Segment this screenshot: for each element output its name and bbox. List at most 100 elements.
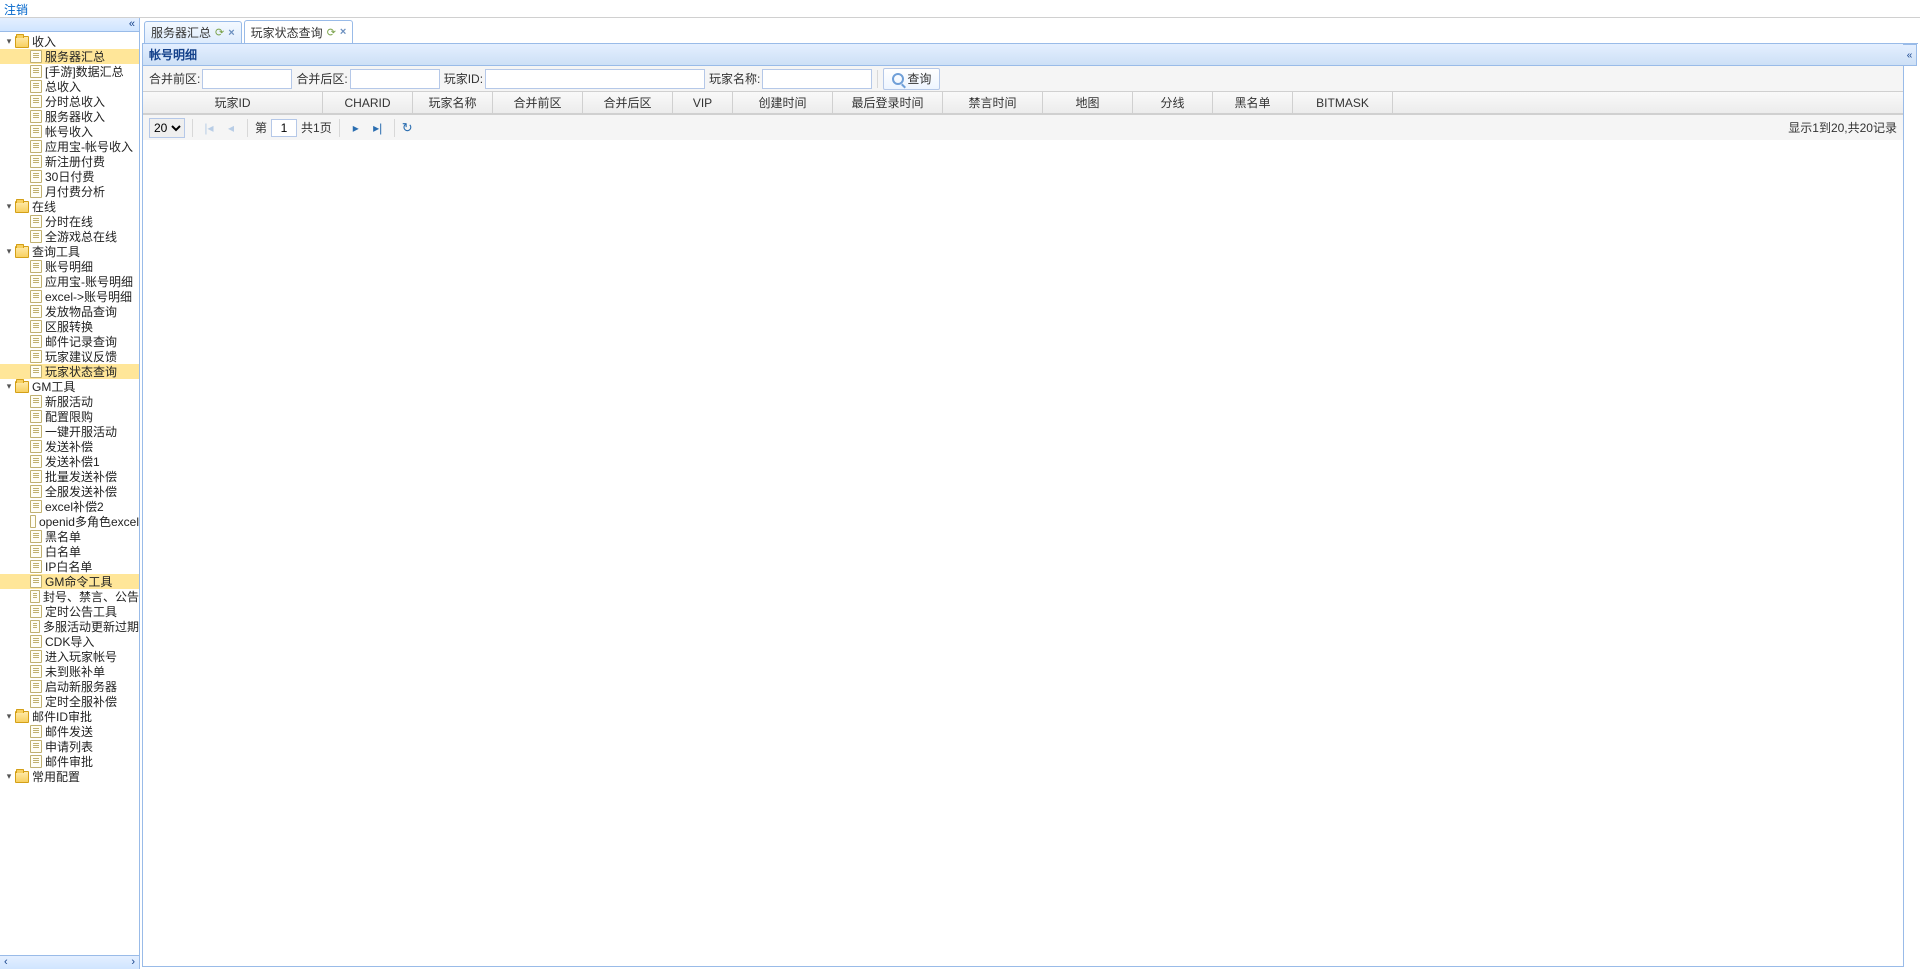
tree-item[interactable]: 白名单: [0, 544, 139, 559]
tree-item[interactable]: 批量发送补偿: [0, 469, 139, 484]
merge-before-input[interactable]: [202, 69, 292, 89]
tree-item[interactable]: 玩家建议反馈: [0, 349, 139, 364]
tree-item[interactable]: IP白名单: [0, 559, 139, 574]
tree-item[interactable]: excel补偿2: [0, 499, 139, 514]
separator: [394, 119, 395, 137]
prev-page-button[interactable]: ◂: [222, 119, 240, 137]
column-header[interactable]: 玩家ID: [143, 92, 323, 113]
tree-item[interactable]: 玩家状态查询: [0, 364, 139, 379]
tree-item[interactable]: 服务器汇总: [0, 49, 139, 64]
tree-item[interactable]: 配置限购: [0, 409, 139, 424]
last-page-button[interactable]: ▸|: [369, 119, 387, 137]
player-name-input[interactable]: [762, 69, 872, 89]
close-icon[interactable]: ×: [228, 27, 234, 39]
column-header[interactable]: 玩家名称: [413, 92, 493, 113]
tree-item[interactable]: 总收入: [0, 79, 139, 94]
tree-folder[interactable]: ▾常用配置: [0, 769, 139, 784]
column-header[interactable]: BITMASK: [1293, 92, 1393, 113]
tree-item[interactable]: 帐号收入: [0, 124, 139, 139]
tree-item[interactable]: CDK导入: [0, 634, 139, 649]
page-input[interactable]: [271, 119, 297, 137]
tree-item[interactable]: 定时公告工具: [0, 604, 139, 619]
panel-collapse-button[interactable]: «: [1903, 44, 1917, 66]
chevron-down-icon: ▾: [4, 712, 14, 722]
tree-item[interactable]: 进入玩家帐号: [0, 649, 139, 664]
tree-item[interactable]: 启动新服务器: [0, 679, 139, 694]
tree-folder[interactable]: ▾GM工具: [0, 379, 139, 394]
search-button[interactable]: 查询: [883, 68, 940, 90]
file-icon: [30, 125, 42, 138]
column-header[interactable]: 最后登录时间: [833, 92, 943, 113]
tree-item[interactable]: 新注册付费: [0, 154, 139, 169]
main-panel: 帐号明细 « 合并前区: 合并后区: 玩家ID: 玩家名称: 查询 玩家IDCH…: [142, 44, 1904, 967]
tree-folder[interactable]: ▾在线: [0, 199, 139, 214]
reload-button[interactable]: ↻: [402, 120, 413, 136]
tree-item[interactable]: excel->账号明细: [0, 289, 139, 304]
scroll-left-icon[interactable]: ‹: [4, 956, 8, 969]
tree-item[interactable]: 发送补偿: [0, 439, 139, 454]
next-page-button[interactable]: ▸: [347, 119, 365, 137]
close-icon[interactable]: ×: [340, 26, 346, 38]
file-icon: [30, 215, 42, 228]
tab[interactable]: 服务器汇总⟳×: [144, 21, 242, 43]
column-header[interactable]: 分线: [1133, 92, 1213, 113]
tree-item[interactable]: 多服活动更新过期: [0, 619, 139, 634]
tree-item[interactable]: 发送补偿1: [0, 454, 139, 469]
column-header[interactable]: 合并后区: [583, 92, 673, 113]
tree-item[interactable]: 应用宝-帐号收入: [0, 139, 139, 154]
player-id-input[interactable]: [485, 69, 705, 89]
column-header[interactable]: 黑名单: [1213, 92, 1293, 113]
column-header[interactable]: 创建时间: [733, 92, 833, 113]
column-header[interactable]: 禁言时间: [943, 92, 1043, 113]
content-area: 服务器汇总⟳×玩家状态查询⟳× 帐号明细 « 合并前区: 合并后区: 玩家ID:…: [140, 18, 1920, 969]
file-icon: [30, 275, 42, 288]
file-icon: [30, 590, 40, 603]
tree-item[interactable]: 未到账补单: [0, 664, 139, 679]
tab[interactable]: 玩家状态查询⟳×: [244, 20, 354, 43]
column-header[interactable]: 合并前区: [493, 92, 583, 113]
merge-after-input[interactable]: [350, 69, 440, 89]
tree-item[interactable]: 定时全服补偿: [0, 694, 139, 709]
column-header[interactable]: CHARID: [323, 92, 413, 113]
tree-item[interactable]: 账号明细: [0, 259, 139, 274]
tree-item[interactable]: 应用宝-账号明细: [0, 274, 139, 289]
tree-item[interactable]: 邮件记录查询: [0, 334, 139, 349]
tree-folder[interactable]: ▾收入: [0, 34, 139, 49]
column-header[interactable]: 地图: [1043, 92, 1133, 113]
file-icon: [30, 500, 42, 513]
sidebar-collapse-button[interactable]: «: [0, 18, 139, 32]
tree-item[interactable]: openid多角色excel: [0, 514, 139, 529]
tree-item[interactable]: 发放物品查询: [0, 304, 139, 319]
tree-item[interactable]: 封号、禁言、公告: [0, 589, 139, 604]
tree-item[interactable]: 全游戏总在线: [0, 229, 139, 244]
tree-item[interactable]: 月付费分析: [0, 184, 139, 199]
chevron-down-icon: ▾: [4, 202, 14, 212]
file-icon: [30, 395, 42, 408]
file-icon: [30, 65, 42, 78]
first-page-button[interactable]: |◂: [200, 119, 218, 137]
logout-link[interactable]: 注销: [4, 3, 28, 17]
tree-item[interactable]: 邮件发送: [0, 724, 139, 739]
file-icon: [30, 755, 42, 768]
tree-item[interactable]: GM命令工具: [0, 574, 139, 589]
tree-item[interactable]: 申请列表: [0, 739, 139, 754]
tree-folder[interactable]: ▾邮件ID审批: [0, 709, 139, 724]
reload-icon[interactable]: ⟳: [215, 26, 224, 39]
tree-folder[interactable]: ▾查询工具: [0, 244, 139, 259]
scroll-right-icon[interactable]: ›: [131, 956, 135, 969]
tree-item[interactable]: 新服活动: [0, 394, 139, 409]
tree-item[interactable]: 分时在线: [0, 214, 139, 229]
tree-item[interactable]: 分时总收入: [0, 94, 139, 109]
column-header[interactable]: VIP: [673, 92, 733, 113]
tree-item[interactable]: 30日付费: [0, 169, 139, 184]
tree-item[interactable]: 一键开服活动: [0, 424, 139, 439]
tree-item[interactable]: [手游]数据汇总: [0, 64, 139, 79]
reload-icon[interactable]: ⟳: [327, 26, 336, 39]
tree-item[interactable]: 区服转换: [0, 319, 139, 334]
tree-item[interactable]: 服务器收入: [0, 109, 139, 124]
player-name-label: 玩家名称:: [709, 70, 760, 87]
tree-item[interactable]: 黑名单: [0, 529, 139, 544]
tree-item[interactable]: 全服发送补偿: [0, 484, 139, 499]
page-size-select[interactable]: 20: [149, 118, 185, 138]
tree-item[interactable]: 邮件审批: [0, 754, 139, 769]
